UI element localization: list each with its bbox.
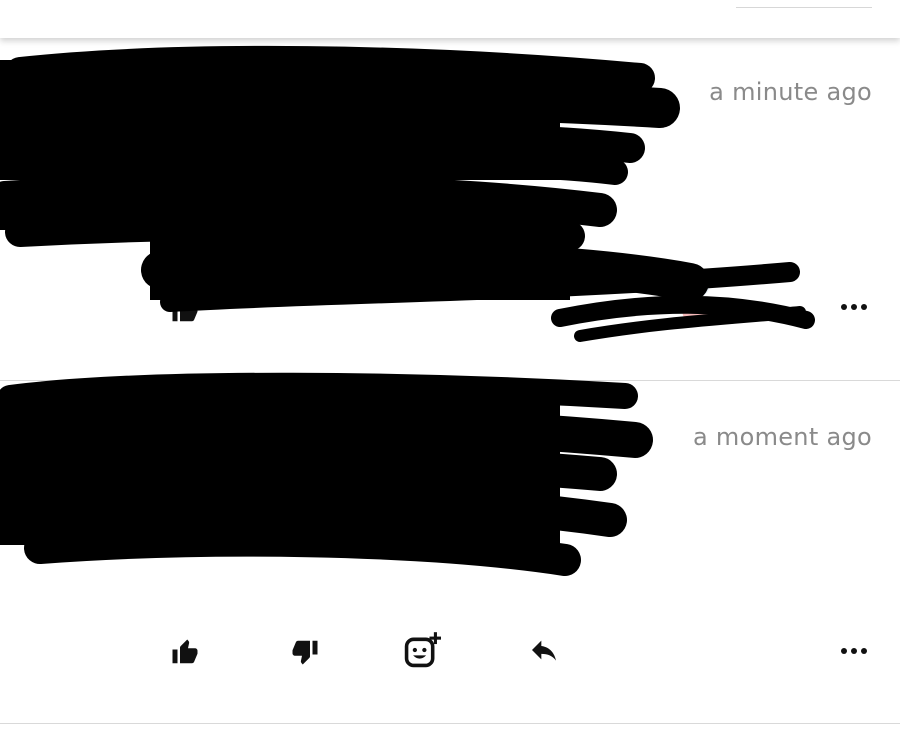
avatar[interactable]: [60, 409, 132, 481]
author-name[interactable]: aying: [560, 78, 626, 106]
comment-divider: [0, 723, 900, 724]
reaction-summary[interactable]: [676, 268, 738, 328]
thumbs-up-icon: [172, 639, 198, 664]
more-options-button[interactable]: [836, 639, 872, 663]
more-horizontal-icon: [841, 304, 847, 310]
dislike-button[interactable]: [285, 632, 325, 672]
comment-timestamp: a moment ago: [692, 423, 872, 451]
reaction-icon: [682, 296, 710, 324]
more-horizontal-icon: [841, 648, 847, 654]
more-dot: [851, 648, 857, 654]
reply-icon: [532, 640, 556, 661]
reply-button[interactable]: [524, 630, 564, 670]
more-dot: [861, 304, 867, 310]
like-button[interactable]: [165, 290, 205, 330]
author-name[interactable]: urche: [564, 423, 632, 451]
more-dot: [851, 304, 857, 310]
avatar[interactable]: [44, 56, 120, 132]
thumbs-down-icon: [292, 640, 318, 665]
more-options-button[interactable]: [836, 295, 872, 319]
reaction-icon: [724, 310, 738, 324]
tab-underline: [736, 7, 872, 8]
comment-card: urche a moment ago: [0, 381, 900, 723]
thumbs-up-icon: [172, 297, 198, 322]
add-reaction-button[interactable]: [402, 630, 442, 670]
like-button[interactable]: [165, 632, 205, 672]
add-reaction-icon: [404, 632, 441, 668]
top-bar: [0, 0, 900, 38]
comment-timestamp: a minute ago: [709, 78, 872, 106]
more-dot: [861, 648, 867, 654]
comment-card: aying a minute ago: [0, 38, 900, 380]
comments-feed: aying a minute ago urche a moment ago: [0, 0, 900, 739]
